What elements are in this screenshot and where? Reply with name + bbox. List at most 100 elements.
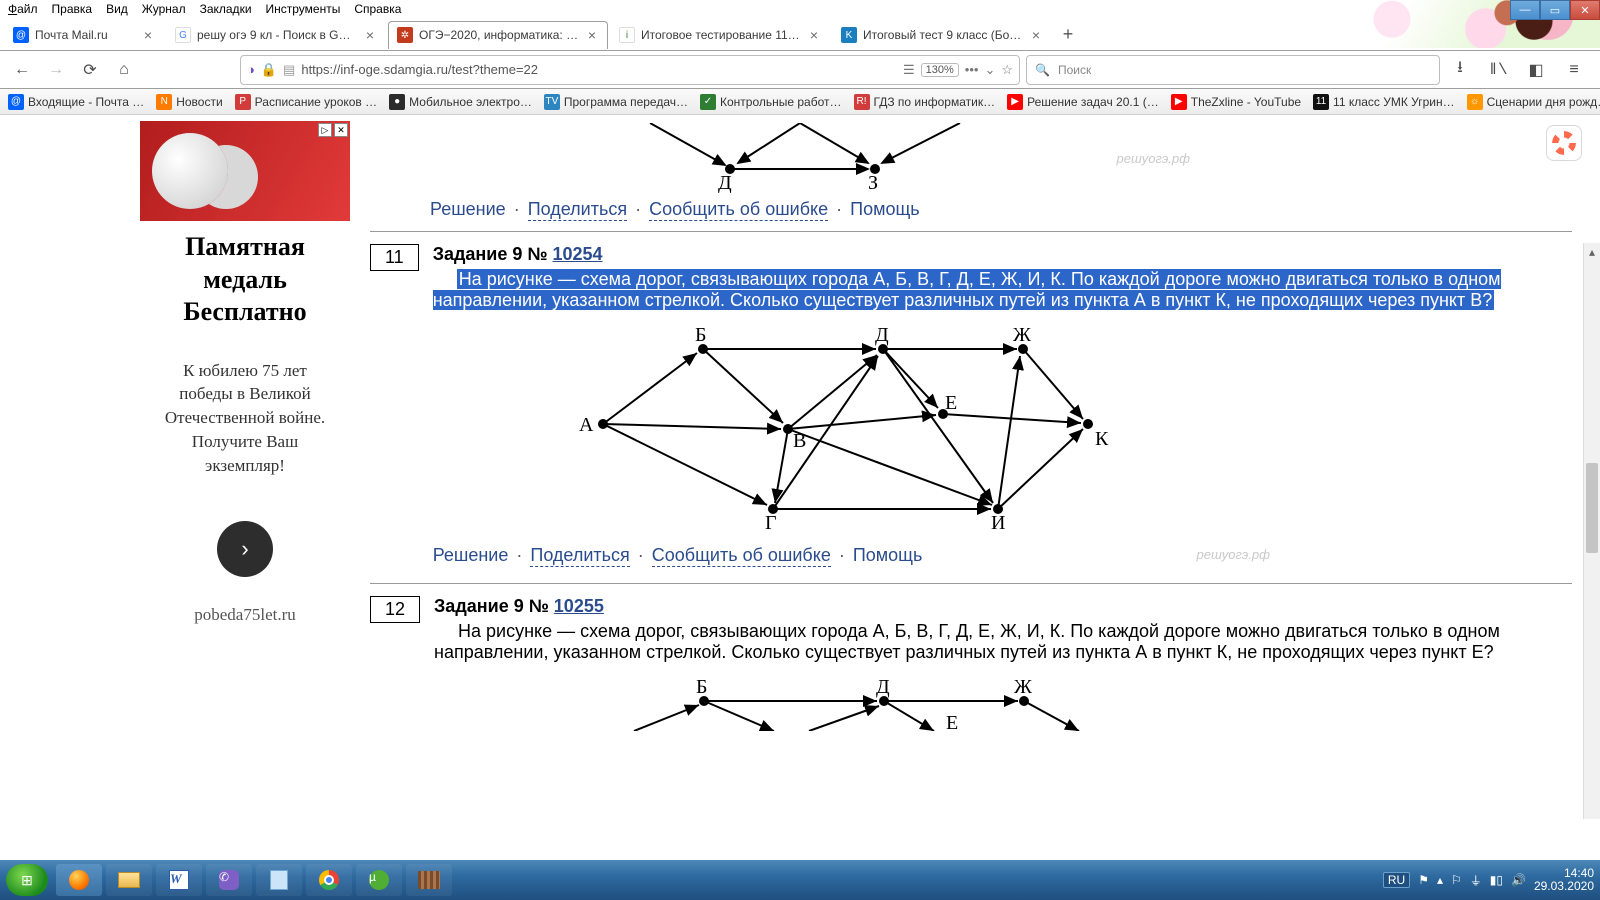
menu-icon[interactable]: ≡ (1560, 56, 1588, 84)
bookmark-item[interactable]: ▶Решение задач 20.1 (… (1007, 94, 1159, 110)
taskbar-winrar[interactable] (406, 864, 452, 896)
bookmark-icon: N (156, 94, 172, 110)
link-report[interactable]: Сообщить об ошибке (649, 199, 828, 221)
svg-text:З: З (868, 172, 878, 193)
new-tab-button[interactable]: + (1054, 24, 1082, 45)
tray-chevron-icon[interactable]: ▴ (1437, 873, 1443, 887)
link-help[interactable]: Помощь (853, 545, 923, 567)
bookmark-item[interactable]: NНовости (156, 94, 222, 110)
site-icon: K (841, 27, 857, 43)
language-indicator[interactable]: RU (1383, 872, 1410, 888)
minimize-button[interactable]: — (1510, 0, 1540, 20)
close-window-button[interactable]: ✕ (1570, 0, 1600, 20)
taskbar-calc[interactable] (256, 864, 302, 896)
bookmark-item[interactable]: ✓Контрольные работ… (700, 94, 842, 110)
address-bar[interactable]: ◑ 🔒 ▤ https://inf-oge.sdamgia.ru/test?th… (240, 55, 1020, 85)
task-text: На рисунке — схема дорог, связывающих го… (434, 621, 1572, 663)
bookmark-icon: ▶ (1007, 94, 1023, 110)
sidebar-ad[interactable]: ▷✕ ПамятнаямедальБесплатно К юбилею 75 л… (140, 121, 350, 859)
chevron-up-icon[interactable]: ▴ (1584, 243, 1600, 260)
bookmark-item[interactable]: ☼Сценарии дня рожд… (1467, 94, 1600, 110)
menu-file[interactable]: Файл (8, 2, 38, 16)
search-box[interactable]: 🔍 Поиск (1026, 55, 1440, 85)
menu-journal[interactable]: Журнал (142, 2, 186, 16)
back-button[interactable]: ← (8, 56, 36, 84)
tab-test11[interactable]: i Итоговое тестирование 11 класс Босова … (610, 21, 830, 49)
close-icon[interactable]: × (1029, 27, 1043, 43)
bookmark-item[interactable]: РРасписание уроков … (235, 94, 377, 110)
menu-help[interactable]: Справка (354, 2, 401, 16)
task-id-link[interactable]: 10254 (552, 244, 602, 264)
action-center-icon[interactable]: ⚐ (1451, 873, 1462, 887)
taskbar-viber[interactable]: ✆ (206, 864, 252, 896)
taskbar-explorer[interactable] (106, 864, 152, 896)
graph-fragment: Д З (630, 123, 1150, 193)
zoom-badge[interactable]: 130% (921, 63, 959, 77)
task-12: 12 Задание 9 № 10255 На рисунке — схема … (370, 596, 1572, 735)
forward-button[interactable]: → (42, 56, 70, 84)
volume-icon[interactable]: 🔊 (1511, 873, 1526, 887)
svg-text:Е: Е (946, 712, 958, 731)
link-share[interactable]: Поделиться (530, 545, 629, 567)
link-report[interactable]: Сообщить об ошибке (652, 545, 831, 567)
flag-icon[interactable]: ⚑ (1418, 873, 1429, 887)
bookmark-item[interactable]: 1111 класс УМК Угрин… (1313, 94, 1455, 110)
signal-icon[interactable]: ▮▯ (1490, 873, 1503, 887)
bookmark-item[interactable]: TVПрограмма передач… (544, 94, 688, 110)
link-share[interactable]: Поделиться (528, 199, 627, 221)
task-number: 12 (370, 596, 420, 623)
save-pocket-icon[interactable]: ⌄ (984, 62, 995, 78)
bookmark-item[interactable]: R!ГДЗ по информатик… (854, 94, 996, 110)
reader-mode-icon[interactable]: ☰ (903, 62, 915, 78)
bookmark-icon: ● (389, 94, 405, 110)
tab-oge[interactable]: ✲ ОГЭ−2020, информатика: задания, ответы… (388, 21, 608, 49)
sidebar-icon[interactable]: ◧ (1522, 56, 1550, 84)
ad-info-icon[interactable]: ▷ (318, 123, 332, 137)
menu-bookmarks[interactable]: Закладки (200, 2, 252, 16)
close-icon[interactable]: × (585, 27, 599, 43)
close-icon[interactable]: × (141, 27, 155, 43)
bookmark-item[interactable]: ▶TheZxline - YouTube (1171, 94, 1301, 110)
close-icon[interactable]: × (807, 27, 821, 43)
home-button[interactable]: ⌂ (110, 56, 138, 84)
clock[interactable]: 14:4029.03.2020 (1534, 867, 1594, 893)
scroll-thumb[interactable] (1586, 463, 1598, 553)
tab-mail[interactable]: @ Почта Mail.ru × (4, 21, 164, 49)
vertical-scrollbar[interactable]: ▴ (1583, 243, 1600, 819)
menu-tools[interactable]: Инструменты (266, 2, 341, 16)
link-solution[interactable]: Решение (430, 199, 506, 221)
task-id-link[interactable]: 10255 (554, 596, 604, 616)
lock-icon: 🔒 (261, 62, 277, 78)
start-button[interactable]: ⊞ (6, 864, 48, 896)
more-icon[interactable]: ••• (965, 62, 979, 77)
taskbar-word[interactable]: W (156, 864, 202, 896)
bookmark-icon: ☼ (1467, 94, 1483, 110)
site-icon: i (619, 27, 635, 43)
svg-text:К: К (1095, 428, 1109, 450)
svg-text:Ж: Ж (1014, 676, 1032, 698)
taskbar-chrome[interactable] (306, 864, 352, 896)
menu-view[interactable]: Вид (106, 2, 128, 16)
graph-task-12-top: Б Д Ж Е (574, 671, 1134, 731)
menu-edit[interactable]: Правка (52, 2, 93, 16)
bookmark-item[interactable]: @Входящие - Почта … (8, 94, 144, 110)
arrow-right-icon[interactable]: › (217, 521, 273, 577)
downloads-icon[interactable]: ⭳ (1446, 56, 1474, 84)
library-icon[interactable]: ǁ\ (1484, 56, 1512, 84)
selected-text: На рисунке — схема дорог, связывающих го… (433, 269, 1501, 310)
taskbar-utorrent[interactable]: µ (356, 864, 402, 896)
star-icon[interactable]: ☆ (1001, 62, 1013, 78)
maximize-button[interactable]: ▭ (1540, 0, 1570, 20)
link-help[interactable]: Помощь (850, 199, 920, 221)
tab-test9[interactable]: K Итоговый тест 9 класс (Босова Л.Л.) × (832, 21, 1052, 49)
link-solution[interactable]: Решение (433, 545, 509, 567)
taskbar-firefox[interactable] (56, 864, 102, 896)
network-icon[interactable]: ⏚ (1470, 872, 1482, 889)
reload-button[interactable]: ⟳ (76, 56, 104, 84)
bookmark-icon: ▶ (1171, 94, 1187, 110)
ad-close-icon[interactable]: ✕ (334, 123, 348, 137)
ad-url: pobeda75let.ru (194, 605, 296, 625)
tab-google[interactable]: G решу огэ 9 кл - Поиск в Google × (166, 21, 386, 49)
close-icon[interactable]: × (363, 27, 377, 43)
bookmark-item[interactable]: ●Мобильное электро… (389, 94, 532, 110)
